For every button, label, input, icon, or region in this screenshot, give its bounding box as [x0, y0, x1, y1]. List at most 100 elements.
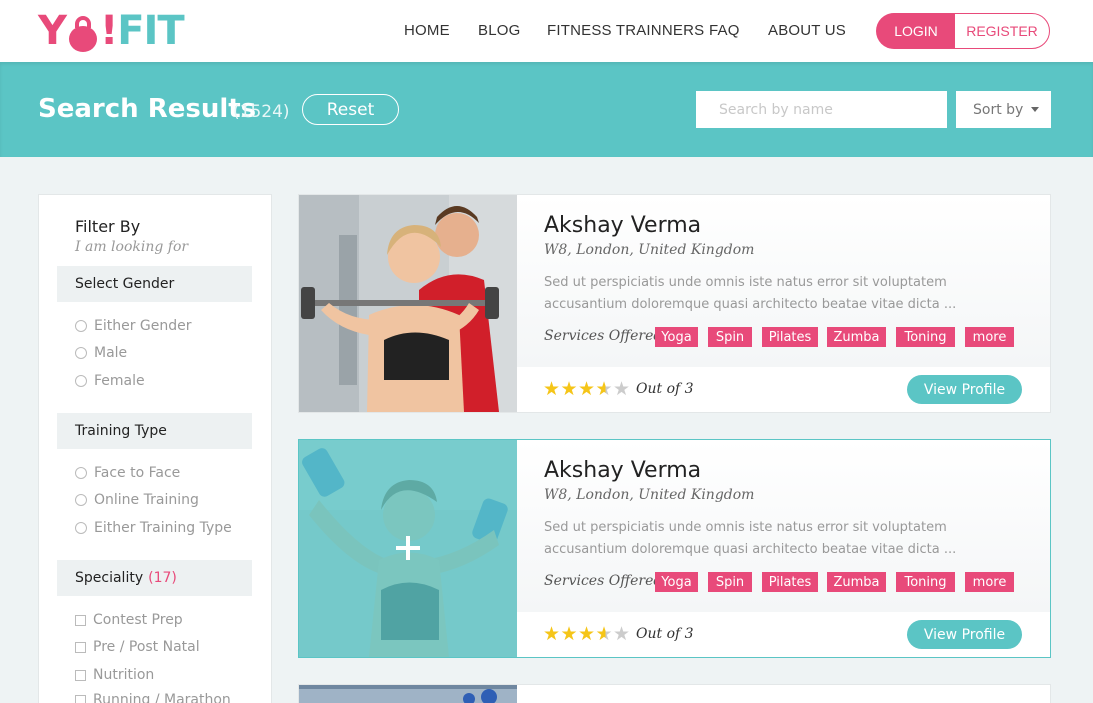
trainer-location: W8, London, United Kingdom	[544, 242, 755, 258]
search-input[interactable]	[696, 91, 947, 128]
star-full-icon: ★	[578, 623, 596, 645]
checkbox-icon[interactable]	[75, 669, 86, 681]
star-half-icon: ★	[595, 378, 613, 400]
service-tag[interactable]: Yoga	[655, 327, 698, 347]
section-training-label: Training Type	[75, 423, 167, 439]
service-tag[interactable]: Zumba	[827, 572, 886, 592]
section-training-type: Training Type	[57, 413, 252, 449]
trainer-card[interactable]: Akshay Verma W8, London, United Kingdom …	[298, 194, 1051, 413]
radio-icon[interactable]	[75, 347, 87, 359]
service-tag-more[interactable]: more	[965, 327, 1014, 347]
radio-icon[interactable]	[75, 494, 87, 506]
sort-dropdown[interactable]: Sort by	[956, 91, 1051, 128]
radio-female[interactable]: Female	[75, 373, 145, 389]
radio-icon[interactable]	[75, 375, 87, 387]
register-button[interactable]: REGISTER	[954, 13, 1050, 49]
star-full-icon: ★	[560, 623, 578, 645]
nav-faq[interactable]: FAQ	[709, 22, 740, 39]
checkbox-pre-post-natal[interactable]: Pre / Post Natal	[75, 639, 200, 655]
checkbox-icon[interactable]	[75, 694, 86, 703]
trainer-photo-partial	[299, 685, 517, 703]
trainer-name[interactable]: Akshay Verma	[544, 458, 701, 483]
trainer-photo[interactable]	[299, 440, 517, 657]
option-label: Pre / Post Natal	[93, 639, 200, 655]
card-details: Akshay Verma W8, London, United Kingdom …	[517, 440, 1050, 612]
radio-icon[interactable]	[75, 320, 87, 332]
service-tag[interactable]: Spin	[708, 572, 752, 592]
login-button[interactable]: LOGIN	[876, 13, 956, 49]
checkbox-contest-prep[interactable]: Contest Prep	[75, 612, 183, 628]
option-label: Either Gender	[94, 318, 192, 334]
checkbox-icon[interactable]	[75, 614, 86, 626]
checkbox-icon[interactable]	[75, 641, 86, 653]
brand-logo[interactable]: Y ! FIT	[38, 8, 185, 54]
checkbox-nutrition[interactable]: Nutrition	[75, 667, 154, 683]
radio-either-training[interactable]: Either Training Type	[75, 520, 232, 536]
rating-text: Out of 3	[636, 381, 694, 397]
speciality-count: (17)	[148, 570, 177, 586]
option-label: Male	[94, 345, 128, 361]
star-full-icon: ★	[560, 378, 578, 400]
option-label: Female	[94, 373, 145, 389]
section-gender-label: Select Gender	[75, 276, 175, 292]
filter-subtitle: I am looking for	[75, 239, 189, 255]
gym-photo-illustration	[299, 195, 517, 412]
star-full-icon: ★	[543, 378, 561, 400]
rating-stars: ★ ★ ★ ★ ★	[543, 623, 631, 645]
nav-fitness-trainers[interactable]: FITNESS TRAINNERS	[547, 22, 704, 39]
card-footer: ★ ★ ★ ★ ★ Out of 3 View Profile	[517, 367, 1050, 412]
option-label: Contest Prep	[93, 612, 183, 628]
services-label: Services Offered	[544, 328, 663, 344]
view-profile-button[interactable]: View Profile	[907, 620, 1022, 649]
service-tag[interactable]: Spin	[708, 327, 752, 347]
radio-online-training[interactable]: Online Training	[75, 492, 199, 508]
radio-icon[interactable]	[75, 522, 87, 534]
trainer-description: Sed ut perspiciatis unde omnis iste natu…	[544, 275, 957, 312]
services-label: Services Offered	[544, 573, 663, 589]
kettlebell-icon	[67, 14, 99, 54]
search-header: Search Results (1524) Reset Sort by	[0, 62, 1093, 157]
nav-about-us[interactable]: ABOUT US	[768, 22, 846, 39]
section-gender: Select Gender	[57, 266, 252, 302]
service-tag[interactable]: Toning	[896, 327, 955, 347]
radio-icon[interactable]	[75, 467, 87, 479]
caret-down-icon	[1031, 107, 1040, 112]
top-navbar: Y ! FIT HOME BLOG FITNESS TRAINNERS FAQ …	[0, 0, 1093, 62]
card-footer: ★ ★ ★ ★ ★ Out of 3 View Profile	[517, 612, 1050, 657]
checkbox-running-marathon[interactable]: Running / Marathon	[75, 692, 231, 703]
trainer-name[interactable]: Akshay Verma	[544, 213, 701, 238]
option-label: Face to Face	[94, 465, 181, 481]
service-tag[interactable]: Pilates	[762, 327, 818, 347]
card-details: Akshay Verma W8, London, United Kingdom …	[517, 195, 1050, 367]
service-tag[interactable]: Yoga	[655, 572, 698, 592]
trainer-card[interactable]: Akshay Verma W8, London, United Kingdom …	[298, 439, 1051, 658]
rating-text: Out of 3	[636, 626, 694, 642]
radio-either-gender[interactable]: Either Gender	[75, 318, 192, 334]
filter-title: Filter By	[75, 217, 141, 236]
radio-male[interactable]: Male	[75, 345, 127, 361]
option-label: Either Training Type	[94, 520, 232, 536]
section-speciality: Speciality (17)	[57, 560, 252, 596]
view-profile-button[interactable]: View Profile	[907, 375, 1022, 404]
option-label: Running / Marathon	[93, 692, 231, 703]
reset-button[interactable]: Reset	[302, 94, 399, 125]
page-title: Search Results	[38, 94, 257, 124]
logo-text-fit: FIT	[117, 8, 184, 54]
trainer-card-partial[interactable]	[298, 684, 1051, 703]
nav-blog[interactable]: BLOG	[478, 22, 520, 39]
plus-icon[interactable]	[396, 536, 420, 560]
service-tag[interactable]: Toning	[896, 572, 955, 592]
results-count: (1524)	[233, 102, 290, 122]
radio-face-to-face[interactable]: Face to Face	[75, 465, 180, 481]
logo-letter-y: Y	[38, 8, 67, 54]
option-label: Online Training	[94, 492, 199, 508]
star-full-icon: ★	[578, 378, 596, 400]
trainer-photo[interactable]	[299, 195, 517, 412]
nav-home[interactable]: HOME	[404, 22, 450, 39]
service-tag[interactable]: Pilates	[762, 572, 818, 592]
service-tag-more[interactable]: more	[965, 572, 1014, 592]
section-speciality-label: Speciality	[75, 570, 144, 586]
sort-label: Sort by	[973, 101, 1024, 118]
trainer-location: W8, London, United Kingdom	[544, 487, 755, 503]
service-tag[interactable]: Zumba	[827, 327, 886, 347]
